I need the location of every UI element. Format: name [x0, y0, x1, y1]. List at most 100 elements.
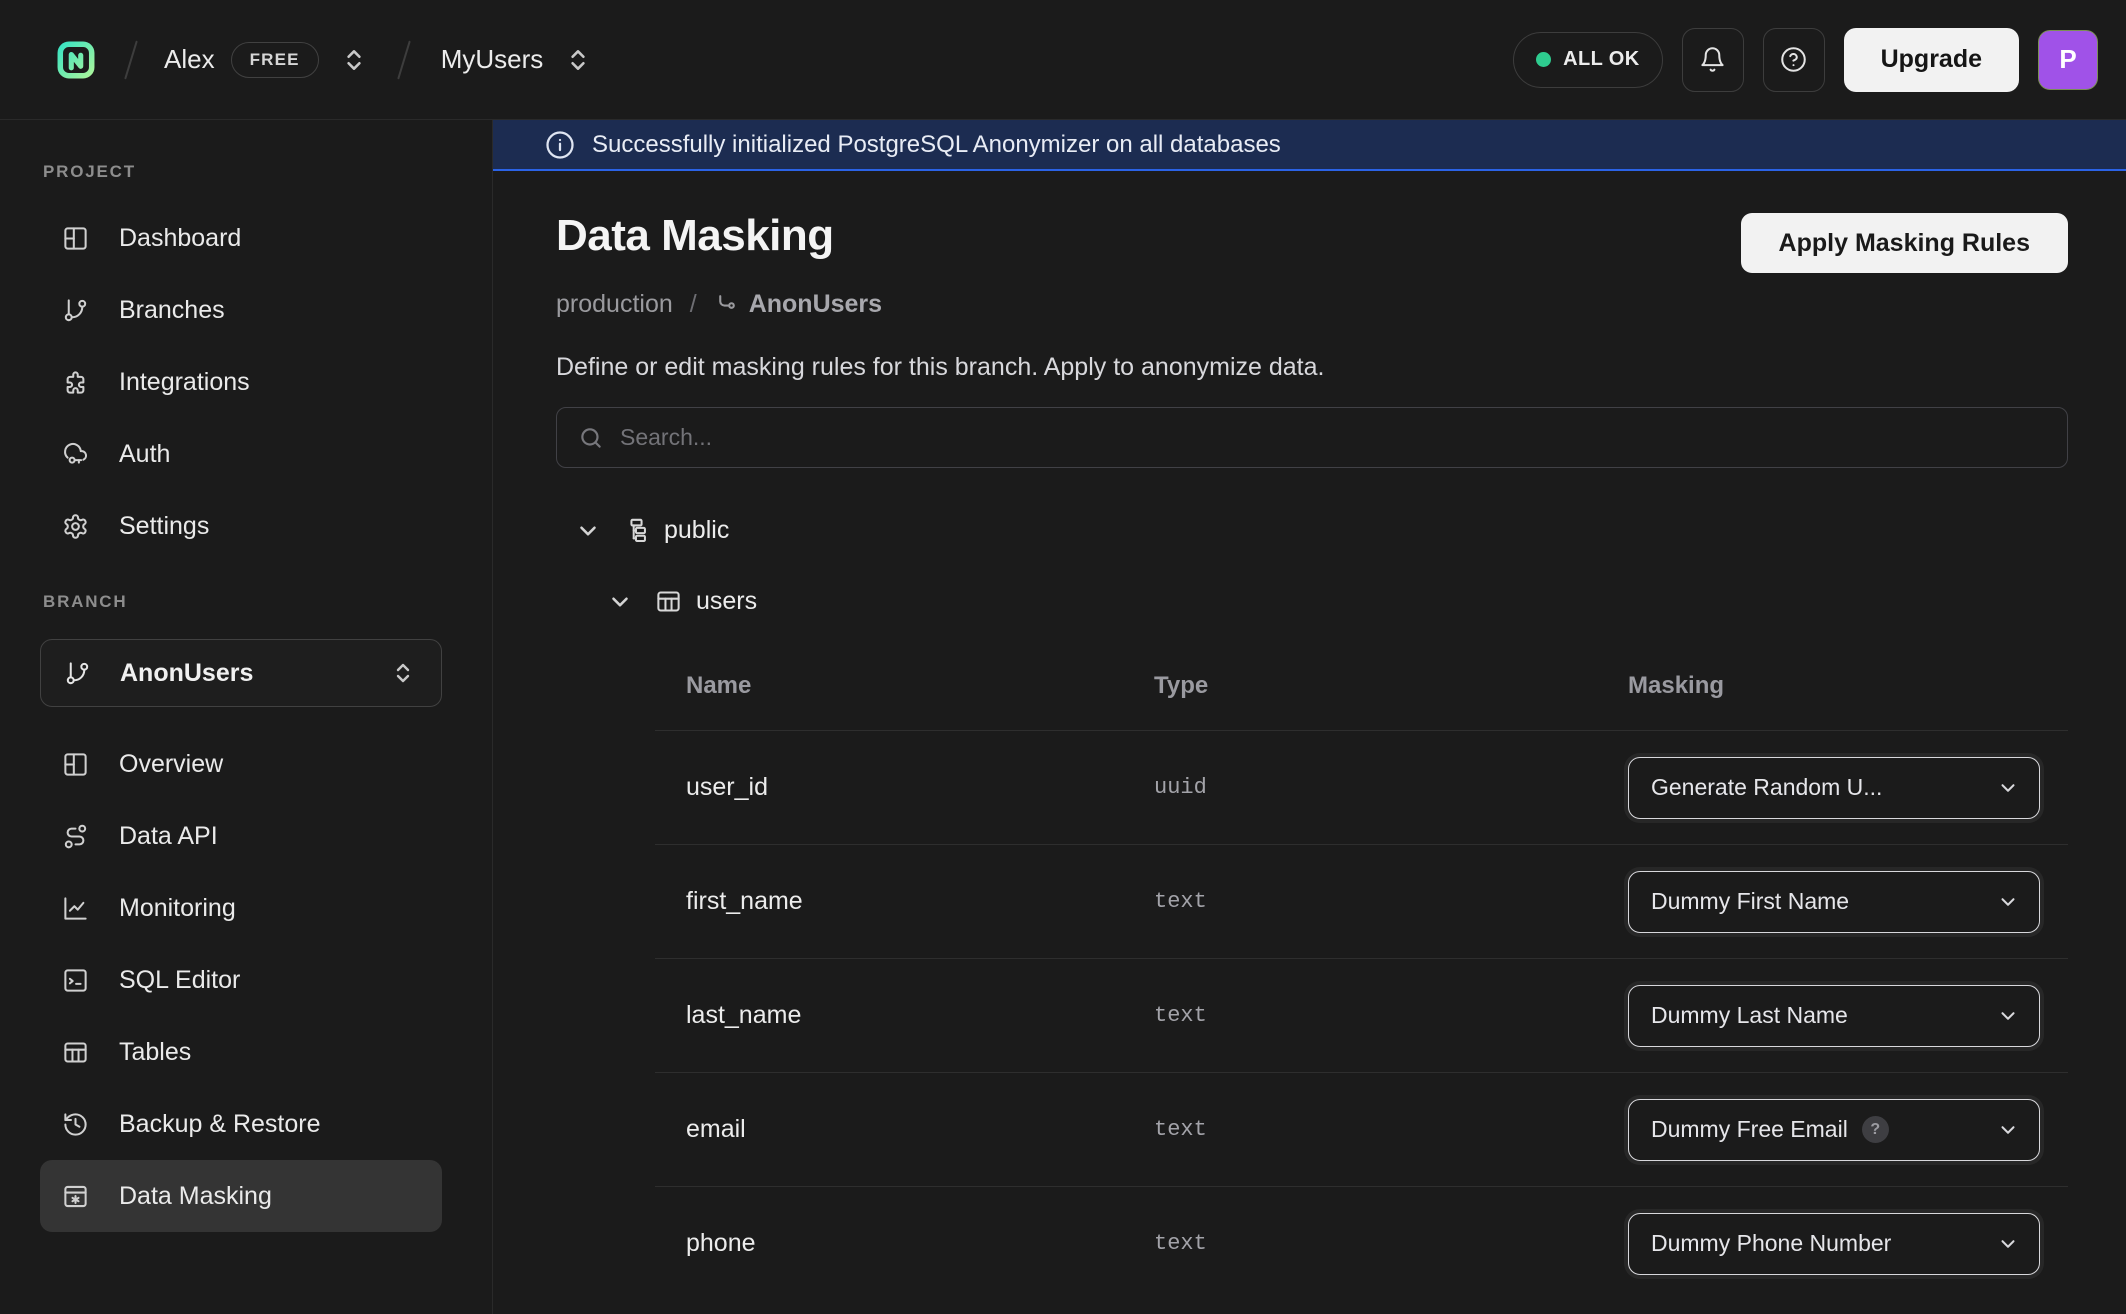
branch-selector[interactable]: AnonUsers	[40, 639, 442, 707]
sidebar-item-label: Monitoring	[119, 894, 236, 923]
table-row: email text Dummy Free Email ?	[655, 1072, 2068, 1186]
column-name: first_name	[686, 887, 1154, 916]
column-type: text	[1154, 1003, 1628, 1028]
column-type: text	[1154, 1117, 1628, 1142]
success-banner: Successfully initialized PostgreSQL Anon…	[493, 120, 2126, 171]
bell-icon	[1699, 46, 1726, 73]
masking-rule-value: Dummy Free Email	[1651, 1116, 1848, 1143]
header-name: Name	[686, 672, 1154, 700]
schema-icon	[623, 517, 650, 544]
sidebar-item-integrations[interactable]: Integrations	[40, 346, 442, 418]
column-name: user_id	[686, 773, 1154, 802]
sidebar-item-backup-restore[interactable]: Backup & Restore	[40, 1088, 442, 1160]
org-selector[interactable]: Alex FREE	[164, 42, 367, 78]
sidebar-item-branches[interactable]: Branches	[40, 274, 442, 346]
table-row: phone text Dummy Phone Number	[655, 1186, 2068, 1300]
masking-rule-select[interactable]: Dummy First Name	[1628, 871, 2040, 933]
column-name: email	[686, 1115, 1154, 1144]
sidebar-item-label: Data API	[119, 822, 218, 851]
column-name: phone	[686, 1229, 1154, 1258]
sidebar-item-label: Data Masking	[119, 1182, 272, 1211]
sidebar-item-label: SQL Editor	[119, 966, 240, 995]
masking-rule-value: Dummy First Name	[1651, 888, 1849, 915]
sidebar-item-auth[interactable]: Auth	[40, 418, 442, 490]
sidebar-item-settings[interactable]: Settings	[40, 490, 442, 562]
sidebar-item-data-masking[interactable]: Data Masking	[40, 1160, 442, 1232]
plan-badge: FREE	[231, 42, 319, 78]
column-name: last_name	[686, 1001, 1154, 1030]
masking-rule-select[interactable]: Dummy Phone Number	[1628, 1213, 2040, 1275]
chevron-down-icon	[1997, 1233, 2019, 1255]
chevron-down-icon[interactable]	[607, 589, 633, 615]
table-icon	[62, 1039, 89, 1066]
chevron-down-icon[interactable]	[575, 518, 601, 544]
project-selector[interactable]: MyUsers	[441, 44, 592, 75]
sidebar-item-label: Integrations	[119, 368, 250, 397]
chevron-down-icon	[1997, 1119, 2019, 1141]
chevron-down-icon	[1997, 1005, 2019, 1027]
sidebar-item-label: Auth	[119, 440, 170, 469]
sidebar-item-dashboard[interactable]: Dashboard	[40, 202, 442, 274]
neon-logo-icon[interactable]	[54, 38, 98, 82]
cloud-key-icon	[62, 441, 89, 468]
breadcrumb-parent-branch[interactable]: production	[556, 290, 673, 319]
banner-message: Successfully initialized PostgreSQL Anon…	[592, 131, 1281, 159]
masking-rule-value: Dummy Last Name	[1651, 1002, 1848, 1029]
sidebar-item-tables[interactable]: Tables	[40, 1016, 442, 1088]
help-badge[interactable]: ?	[1862, 1116, 1889, 1143]
status-label: ALL OK	[1563, 48, 1639, 71]
sidebar: PROJECT Dashboard Branches Integrations	[0, 120, 493, 1314]
chevron-down-icon	[1997, 777, 2019, 799]
header-type: Type	[1154, 672, 1628, 700]
column-type: text	[1154, 889, 1628, 914]
search-box	[556, 407, 2068, 468]
search-icon	[578, 425, 604, 451]
page-content: Data Masking Apply Masking Rules product…	[493, 171, 2126, 1314]
help-circle-icon	[1780, 46, 1807, 73]
sidebar-item-label: Tables	[119, 1038, 191, 1067]
header-masking: Masking	[1628, 672, 2068, 700]
topbar-actions: ALL OK Upgrade P	[1513, 28, 2098, 92]
topbar: Alex FREE MyUsers ALL OK	[0, 0, 2126, 120]
gear-icon	[62, 513, 89, 540]
sidebar-item-data-api[interactable]: Data API	[40, 800, 442, 872]
dashboard-layout-icon	[62, 225, 89, 252]
git-branch-icon	[62, 297, 89, 324]
masking-rule-select[interactable]: Dummy Free Email ?	[1628, 1099, 2040, 1161]
masking-rule-select[interactable]: Generate Random U...	[1628, 757, 2040, 819]
route-icon	[62, 823, 89, 850]
sidebar-item-label: Settings	[119, 512, 209, 541]
terminal-window-icon	[62, 967, 89, 994]
column-type: uuid	[1154, 775, 1628, 800]
page-title: Data Masking	[556, 211, 834, 261]
avatar[interactable]: P	[2038, 30, 2098, 90]
tree-node-schema-public[interactable]: public	[556, 516, 2068, 545]
masking-rule-value: Dummy Phone Number	[1651, 1230, 1891, 1257]
masking-rule-select[interactable]: Dummy Last Name	[1628, 985, 2040, 1047]
sidebar-item-sql-editor[interactable]: SQL Editor	[40, 944, 442, 1016]
sidebar-item-monitoring[interactable]: Monitoring	[40, 872, 442, 944]
line-chart-icon	[62, 895, 89, 922]
breadcrumb: production / AnonUsers	[556, 290, 2068, 319]
info-circle-icon	[545, 130, 575, 160]
table-icon	[655, 588, 682, 615]
sidebar-item-overview[interactable]: Overview	[40, 728, 442, 800]
history-icon	[62, 1111, 89, 1138]
branch-selector-value: AnonUsers	[120, 659, 356, 688]
sidebar-item-label: Dashboard	[119, 224, 241, 253]
apply-masking-rules-button[interactable]: Apply Masking Rules	[1741, 213, 2068, 273]
tree-node-table-users[interactable]: users	[556, 587, 2068, 616]
breadcrumb-current-branch[interactable]: AnonUsers	[714, 290, 882, 319]
child-branch-icon	[714, 292, 739, 317]
help-button[interactable]	[1763, 28, 1825, 92]
upgrade-button[interactable]: Upgrade	[1844, 28, 2019, 92]
mask-window-icon	[62, 1183, 89, 1210]
search-input[interactable]	[620, 424, 2046, 451]
status-pill[interactable]: ALL OK	[1513, 32, 1662, 88]
sidebar-item-label: Branches	[119, 296, 225, 325]
sidebar-item-label: Backup & Restore	[119, 1110, 321, 1139]
breadcrumb-branch-name: AnonUsers	[749, 290, 882, 319]
breadcrumb-separator: /	[690, 290, 697, 319]
notifications-button[interactable]	[1682, 28, 1744, 92]
chevron-down-icon	[1997, 891, 2019, 913]
